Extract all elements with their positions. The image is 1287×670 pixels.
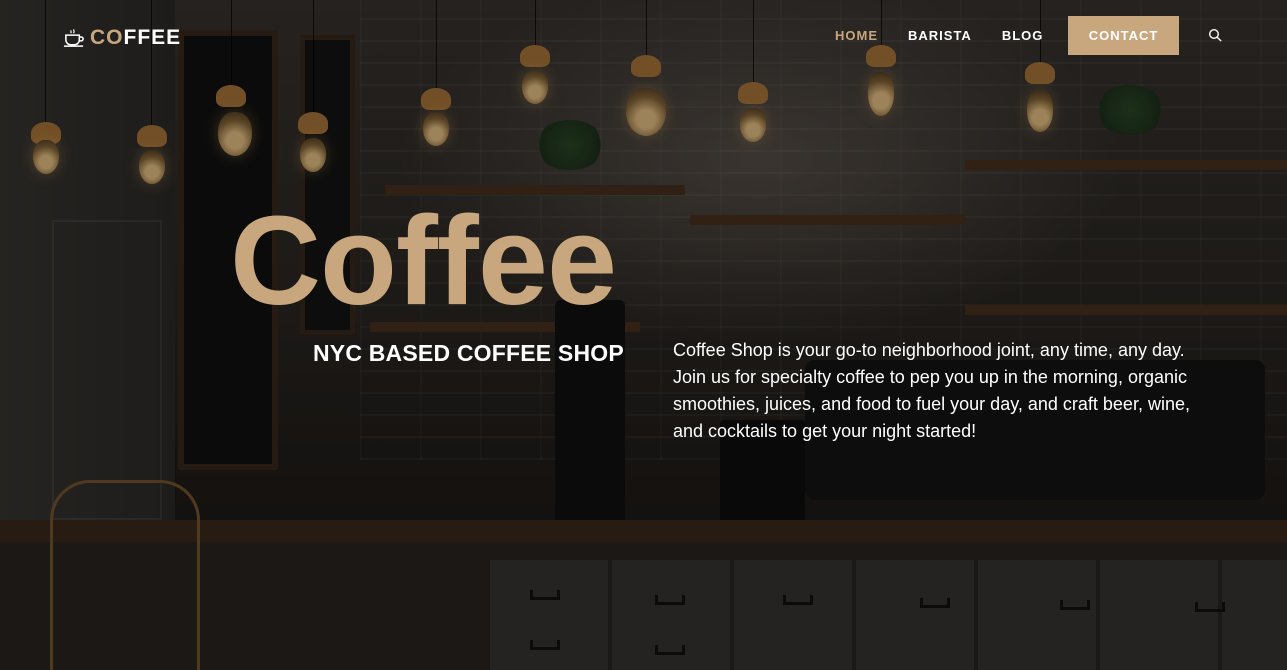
logo-text: FFEE [123,26,182,49]
hero-background [0,0,1287,670]
dark-overlay [0,0,1287,670]
logo-text-accent: CO [90,26,124,49]
nav-item-blog[interactable]: BLOG [1002,28,1044,43]
main-nav: HOME BARISTA BLOG [820,16,1058,55]
hero-title: Coffee [230,190,617,331]
contact-button[interactable]: CONTACT [1068,16,1179,55]
nav-item-home[interactable]: HOME [835,28,878,43]
nav-item-barista[interactable]: BARISTA [908,28,972,43]
site-logo[interactable]: CO FFEE [63,26,181,50]
search-icon[interactable] [1208,28,1222,42]
hero-subtitle: NYC BASED COFFEE SHOP [313,340,624,366]
hero-description: Coffee Shop is your go-to neighborhood j… [673,340,1190,441]
coffee-cup-icon [63,29,84,47]
